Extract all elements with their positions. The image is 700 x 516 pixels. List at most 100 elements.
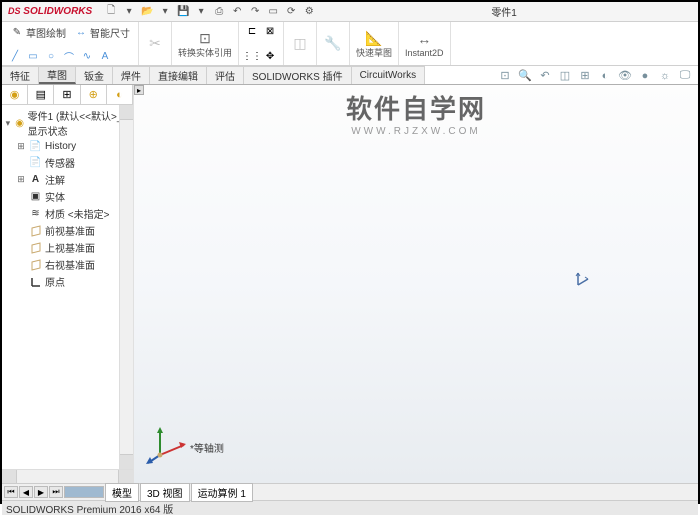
- display-icon[interactable]: ◫: [290, 34, 310, 54]
- view-settings-icon[interactable]: 🖵: [678, 69, 692, 83]
- tree-history[interactable]: ⊞📄History: [14, 139, 133, 154]
- history-icon: 📄: [29, 140, 42, 153]
- solidbody-icon: ▣: [29, 190, 42, 203]
- view-label: *等轴测: [190, 440, 224, 455]
- title-bar: DS SOLIDWORKS 🗋 ▾ 📂 ▾ 💾 ▾ ⎙ ↶ ↷ ▭ ⟳ ⚙ 零件…: [2, 2, 698, 22]
- line-icon[interactable]: ╱: [8, 49, 22, 63]
- hide-show-icon[interactable]: 👁: [618, 69, 632, 83]
- display-pane-icon: ◐: [116, 89, 123, 101]
- text-icon[interactable]: A: [98, 49, 112, 63]
- graphics-viewport[interactable]: ▸ 软件自学网 WWW.RJZXW.COM *等轴测: [134, 85, 698, 483]
- tree-top-plane[interactable]: 上视基准面: [14, 239, 133, 256]
- sketch-button[interactable]: ✎草图绘制: [8, 24, 68, 41]
- print-icon[interactable]: ⎙: [212, 5, 226, 19]
- redo-icon[interactable]: ↷: [248, 5, 262, 19]
- ribbon-convert-group: ⊡ 转换实体引用: [172, 22, 239, 65]
- tree-right-plane[interactable]: 右视基准面: [14, 256, 133, 273]
- fm-tab-config[interactable]: ⊞: [54, 85, 80, 104]
- offset-icon[interactable]: ⊏: [245, 24, 259, 38]
- bottom-tab-3dview[interactable]: 3D 视图: [140, 483, 190, 502]
- plane-icon: [29, 241, 42, 254]
- fm-tab-property[interactable]: ▤: [28, 85, 54, 104]
- tab-weldments[interactable]: 焊件: [113, 66, 150, 84]
- zoom-fit-icon[interactable]: ⊡: [498, 69, 512, 83]
- tab-direct-edit[interactable]: 直接编辑: [150, 66, 207, 84]
- sensor-icon: 📄: [29, 156, 42, 169]
- options-icon[interactable]: ⚙: [302, 5, 316, 19]
- save-icon[interactable]: 💾: [176, 5, 190, 19]
- quick-sketch-icon[interactable]: 📐: [364, 29, 384, 49]
- spline-icon[interactable]: ∿: [80, 49, 94, 63]
- panel-collapse-handle[interactable]: ▸: [134, 85, 144, 95]
- dimxpert-icon: ⊕: [89, 88, 98, 101]
- circle-icon[interactable]: ○: [44, 49, 58, 63]
- repair-icon[interactable]: 🔧: [323, 34, 343, 54]
- fm-tab-display[interactable]: ◐: [107, 85, 133, 104]
- tab-scroll-first-icon[interactable]: ⏮: [4, 486, 18, 498]
- dropdown-icon[interactable]: ▾: [194, 5, 208, 19]
- tree-material[interactable]: ≋材质 <未指定>: [14, 205, 133, 222]
- tree-annotations[interactable]: ⊞A注解: [14, 171, 133, 188]
- work-area: ◉ ▤ ⊞ ⊕ ◐ ▾ ◉ 零件1 (默认<<默认>_显示状态 ⊞📄Histor…: [2, 85, 698, 483]
- tab-evaluate[interactable]: 评估: [207, 66, 244, 84]
- plane-icon: [29, 224, 42, 237]
- pattern-icon[interactable]: ⋮⋮: [245, 49, 259, 63]
- tree-solidbodies[interactable]: ▣实体: [14, 188, 133, 205]
- fm-tab-dimxpert[interactable]: ⊕: [81, 85, 107, 104]
- tab-circuitworks[interactable]: CircuitWorks: [352, 66, 425, 84]
- view-triad[interactable]: [144, 421, 188, 465]
- property-icon: ▤: [36, 88, 46, 101]
- part-icon: ◉: [15, 117, 25, 130]
- bottom-tab-motion[interactable]: 运动算例 1: [191, 483, 253, 502]
- watermark: 软件自学网 WWW.RJZXW.COM: [346, 89, 486, 137]
- tree-horizontal-scrollbar[interactable]: [2, 469, 133, 483]
- tree-vertical-scrollbar[interactable]: [119, 105, 133, 469]
- fm-tab-tree[interactable]: ◉: [2, 85, 28, 104]
- tree-root[interactable]: ▾ ◉ 零件1 (默认<<默认>_显示状态: [2, 107, 133, 139]
- ribbon-instant2d-group: ↔ Instant2D: [399, 22, 451, 65]
- prev-view-icon[interactable]: ↶: [538, 69, 552, 83]
- ribbon-modify-group: ⊏ ⊠ ⋮⋮ ✥: [239, 22, 284, 65]
- trim-icon[interactable]: ✂: [145, 34, 165, 54]
- tab-sketch[interactable]: 草图: [39, 66, 76, 84]
- section-view-icon[interactable]: ◫: [558, 69, 572, 83]
- dropdown-icon[interactable]: ▾: [158, 5, 172, 19]
- bottom-tab-bar: ⏮ ◀ ▶ ⏭ 模型 3D 视图 运动算例 1: [2, 483, 698, 500]
- scene-icon[interactable]: ☼: [658, 69, 672, 83]
- origin-marker[interactable]: [574, 271, 590, 290]
- appearance-icon[interactable]: ●: [638, 69, 652, 83]
- ribbon-trim-group: ✂: [139, 22, 172, 65]
- tab-features[interactable]: 特征: [2, 66, 39, 84]
- move-icon[interactable]: ✥: [263, 49, 277, 63]
- mirror-icon[interactable]: ⊠: [263, 24, 277, 38]
- convert-entities-icon[interactable]: ⊡: [195, 29, 215, 49]
- sketch-icon: ✎: [10, 26, 24, 40]
- display-style-icon[interactable]: ◐: [598, 69, 612, 83]
- tree-sensors[interactable]: 📄传感器: [14, 154, 133, 171]
- dropdown-icon[interactable]: ▾: [122, 5, 136, 19]
- new-doc-icon[interactable]: 🗋: [104, 5, 118, 19]
- heads-up-toolbar: ⊡ 🔍 ↶ ◫ ⊞ ◐ 👁 ● ☼ 🖵: [498, 66, 692, 85]
- feature-manager-tabs: ◉ ▤ ⊞ ⊕ ◐: [2, 85, 133, 105]
- tab-sw-addins[interactable]: SOLIDWORKS 插件: [244, 66, 352, 84]
- tree-origin[interactable]: 原点: [14, 273, 133, 290]
- tab-sheetmetal[interactable]: 钣金: [76, 66, 113, 84]
- view-orient-icon[interactable]: ⊞: [578, 69, 592, 83]
- bottom-tab-model[interactable]: 模型: [105, 483, 139, 502]
- collapse-icon[interactable]: ▾: [4, 118, 12, 129]
- quick-access-toolbar: 🗋 ▾ 📂 ▾ 💾 ▾ ⎙ ↶ ↷ ▭ ⟳ ⚙: [104, 5, 316, 19]
- tab-scroll-last-icon[interactable]: ⏭: [49, 486, 63, 498]
- tab-scroll-next-icon[interactable]: ▶: [34, 486, 48, 498]
- dimension-icon: ↔: [74, 26, 88, 40]
- arc-icon[interactable]: ⌒: [62, 49, 76, 63]
- open-icon[interactable]: 📂: [140, 5, 154, 19]
- tree-front-plane[interactable]: 前视基准面: [14, 222, 133, 239]
- select-icon[interactable]: ▭: [266, 5, 280, 19]
- instant2d-icon[interactable]: ↔: [414, 29, 434, 49]
- rect-icon[interactable]: ▭: [26, 49, 40, 63]
- undo-icon[interactable]: ↶: [230, 5, 244, 19]
- smart-dimension-button[interactable]: ↔智能尺寸: [72, 24, 132, 41]
- tab-scroll-prev-icon[interactable]: ◀: [19, 486, 33, 498]
- zoom-area-icon[interactable]: 🔍: [518, 69, 532, 83]
- rebuild-icon[interactable]: ⟳: [284, 5, 298, 19]
